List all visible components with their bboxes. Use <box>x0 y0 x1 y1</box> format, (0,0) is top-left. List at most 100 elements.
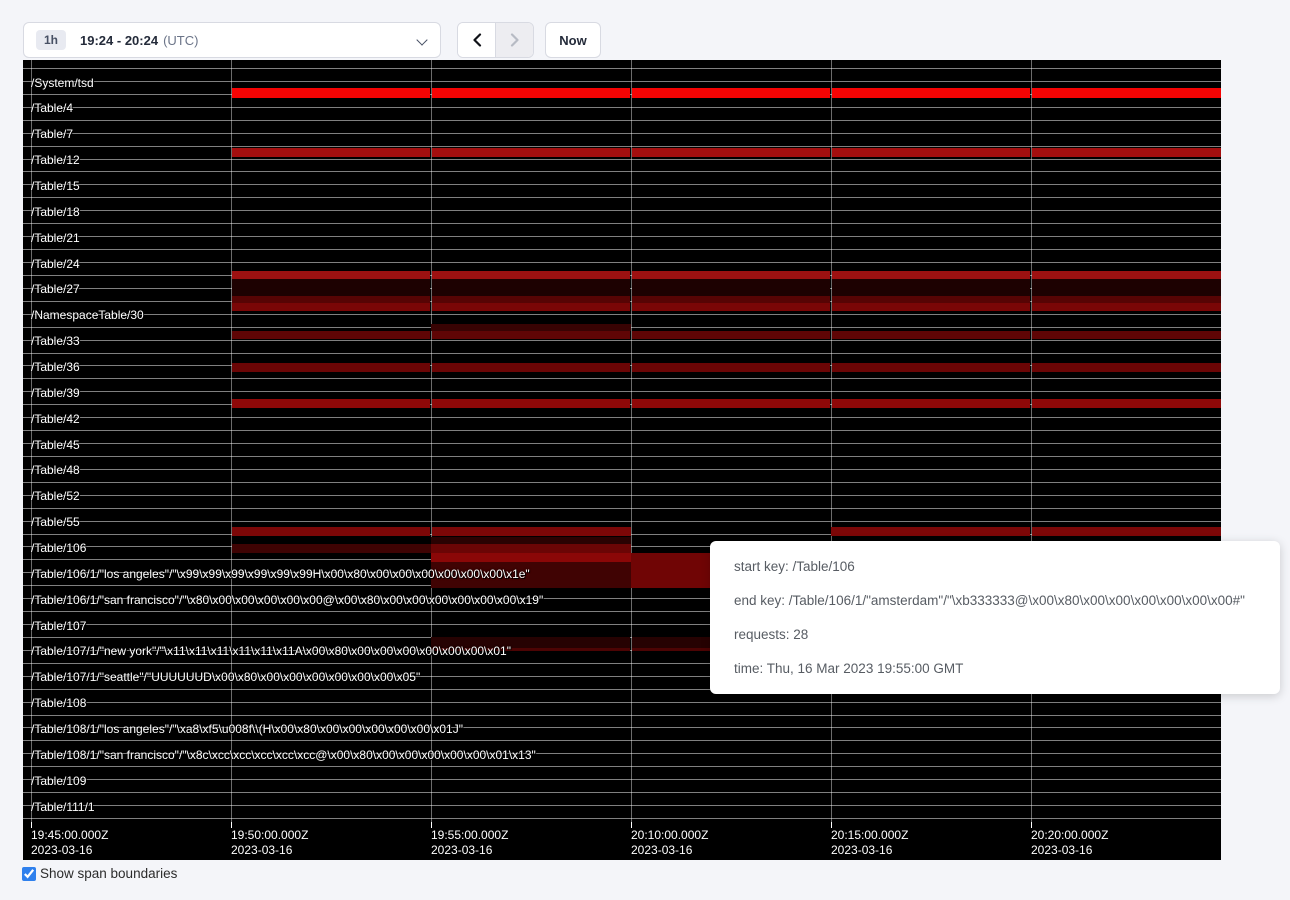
span-boundary-line <box>23 81 1221 82</box>
show-span-boundaries-label: Show span boundaries <box>40 866 177 881</box>
heat-band <box>432 279 630 296</box>
tick-date-label: 2023-03-16 <box>631 843 692 857</box>
tick-date-label: 2023-03-16 <box>231 843 292 857</box>
prev-time-button[interactable] <box>458 23 495 57</box>
toolbar: 1h 19:24 - 20:24 (UTC) Now <box>0 0 1290 60</box>
row-label: /Table/18 <box>31 205 80 219</box>
span-boundary-line <box>23 482 1221 483</box>
key-visualizer-canvas[interactable]: /System/tsd/Table/4/Table/7/Table/12/Tab… <box>23 60 1221 860</box>
heat-band <box>632 271 830 279</box>
heat-band <box>632 88 830 98</box>
row-label: /Table/106 <box>31 541 86 555</box>
time-range-selector[interactable]: 1h 19:24 - 20:24 (UTC) <box>23 22 441 58</box>
heat-band <box>832 296 1030 303</box>
heat-band <box>432 527 631 536</box>
tick-date-label: 2023-03-16 <box>831 843 892 857</box>
time-preset-badge: 1h <box>36 30 66 50</box>
tooltip-line: requests: 28 <box>734 618 1256 652</box>
heat-band <box>431 537 631 544</box>
heat-band <box>232 527 430 536</box>
span-boundary-line <box>23 779 1221 780</box>
row-label: /Table/108/1/"los angeles"/"\xa8\xf5\u00… <box>31 722 463 736</box>
time-gridline <box>831 60 832 822</box>
heat-band <box>832 88 1030 98</box>
row-label: /Table/21 <box>31 231 80 245</box>
span-boundary-line <box>23 353 1221 354</box>
row-label: /Table/55 <box>31 515 80 529</box>
span-boundary-line <box>23 340 1221 341</box>
span-boundary-line <box>23 133 1221 134</box>
heat-band <box>632 399 830 408</box>
heat-band <box>632 296 830 303</box>
span-boundary-line <box>23 740 1221 741</box>
heat-band <box>432 331 630 339</box>
time-axis: 19:45:00.000Z2023-03-1619:50:00.000Z2023… <box>23 822 1221 860</box>
time-range-text: 19:24 - 20:24 <box>80 33 158 48</box>
heat-band <box>632 279 830 296</box>
heat-band <box>632 363 830 372</box>
chevron-left-icon <box>472 33 482 47</box>
span-boundary-line <box>23 314 1221 315</box>
row-label: /Table/4 <box>31 101 73 115</box>
heat-band <box>1032 527 1221 536</box>
span-boundary-line <box>23 469 1221 470</box>
span-boundary-line <box>23 391 1221 392</box>
heat-band <box>232 544 431 553</box>
time-gridline <box>231 60 232 822</box>
row-label: /Table/107/1/"seattle"/"UUUUUUD\x00\x80\… <box>31 670 420 684</box>
time-gridline <box>1031 60 1032 822</box>
heat-band <box>432 271 630 279</box>
row-label: /Table/107 <box>31 619 86 633</box>
span-boundary-line <box>23 443 1221 444</box>
now-button[interactable]: Now <box>545 22 601 58</box>
heat-band <box>432 296 630 303</box>
span-boundary-line <box>23 171 1221 172</box>
span-boundary-line <box>23 805 1221 806</box>
heat-band <box>1032 331 1221 339</box>
row-label: /Table/108 <box>31 696 86 710</box>
span-boundary-line <box>23 521 1221 522</box>
span-boundary-line <box>23 184 1221 185</box>
heat-band <box>832 331 1030 339</box>
tick-time-label: 20:15:00.000Z <box>831 828 908 842</box>
span-boundary-line <box>23 792 1221 793</box>
heat-band <box>432 88 630 98</box>
heat-band <box>1032 271 1221 279</box>
tooltip-line: start key: /Table/106 <box>734 550 1256 584</box>
row-label: /Table/48 <box>31 463 80 477</box>
heat-band <box>432 399 630 408</box>
row-label: /Table/39 <box>31 386 80 400</box>
heat-band <box>232 148 430 157</box>
heat-band <box>232 88 430 98</box>
heat-band <box>232 303 430 311</box>
heat-band <box>632 148 830 157</box>
chevron-down-icon <box>417 35 428 46</box>
heat-band <box>232 363 430 372</box>
next-time-button[interactable] <box>495 23 533 57</box>
tick-date-label: 2023-03-16 <box>431 843 492 857</box>
heat-band <box>431 544 631 553</box>
tooltip-line: time: Thu, 16 Mar 2023 19:55:00 GMT <box>734 652 1256 686</box>
row-label: /Table/36 <box>31 360 80 374</box>
span-boundary-line <box>23 456 1221 457</box>
span-boundary-line <box>23 766 1221 767</box>
tick-date-label: 2023-03-16 <box>1031 843 1092 857</box>
heat-band <box>1032 279 1221 296</box>
show-span-boundaries-checkbox[interactable] <box>22 867 36 881</box>
row-label: /System/tsd <box>31 76 94 90</box>
span-boundary-line <box>23 715 1221 716</box>
row-label: /Table/108/1/"san francisco"/"\x8c\xcc\x… <box>31 748 536 762</box>
row-label: /Table/106/1/"los angeles"/"\x99\x99\x99… <box>31 567 530 581</box>
row-label: /Table/52 <box>31 489 80 503</box>
span-boundary-line <box>23 146 1221 147</box>
heat-band <box>832 279 1030 296</box>
span-boundary-line <box>23 236 1221 237</box>
span-boundary-line <box>23 107 1221 108</box>
heat-band <box>432 148 630 157</box>
heat-band <box>831 527 1030 536</box>
row-label: /NamespaceTable/30 <box>31 308 144 322</box>
row-label: /Table/15 <box>31 179 80 193</box>
heat-band <box>232 331 430 339</box>
row-label: /Table/106/1/"san francisco"/"\x80\x00\x… <box>31 593 543 607</box>
heat-band <box>1032 88 1221 98</box>
